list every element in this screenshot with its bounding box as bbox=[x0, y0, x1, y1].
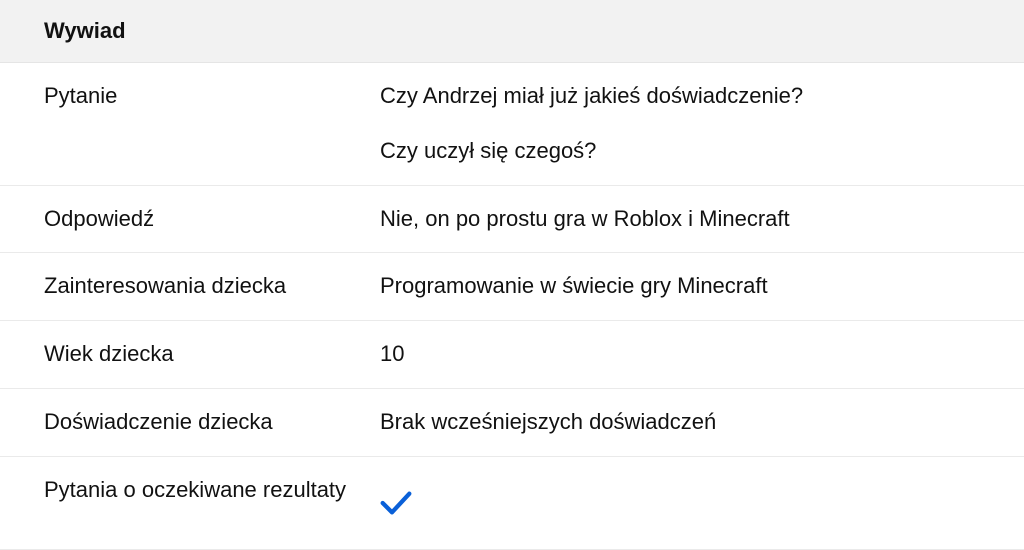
row-value: Nie, on po prostu gra w Roblox i Minecra… bbox=[380, 204, 984, 235]
question-line-2: Czy uczył się czegoś? bbox=[380, 136, 984, 167]
section-title: Wywiad bbox=[44, 18, 984, 44]
row-age: Wiek dziecka 10 bbox=[0, 321, 1024, 389]
row-expected-results: Pytania o oczekiwane rezultaty bbox=[0, 457, 1024, 550]
row-value: Czy Andrzej miał już jakieś doświadczeni… bbox=[380, 81, 984, 167]
row-experience: Doświadczenie dziecka Brak wcześniejszyc… bbox=[0, 389, 1024, 457]
row-label: Wiek dziecka bbox=[44, 339, 380, 370]
check-icon bbox=[380, 489, 412, 517]
row-label: Pytania o oczekiwane rezultaty bbox=[44, 475, 380, 506]
question-line-1: Czy Andrzej miał już jakieś doświadczeni… bbox=[380, 81, 984, 112]
row-question: Pytanie Czy Andrzej miał już jakieś dośw… bbox=[0, 63, 1024, 186]
row-label: Doświadczenie dziecka bbox=[44, 407, 380, 438]
row-value bbox=[380, 475, 984, 531]
row-value: Brak wcześniejszych doświadczeń bbox=[380, 407, 984, 438]
section-header: Wywiad bbox=[0, 0, 1024, 63]
row-label: Zainteresowania dziecka bbox=[44, 271, 380, 302]
row-interests: Zainteresowania dziecka Programowanie w … bbox=[0, 253, 1024, 321]
row-value: 10 bbox=[380, 339, 984, 370]
row-label: Pytanie bbox=[44, 81, 380, 112]
row-label: Odpowiedź bbox=[44, 204, 380, 235]
row-value: Programowanie w świecie gry Minecraft bbox=[380, 271, 984, 302]
row-answer: Odpowiedź Nie, on po prostu gra w Roblox… bbox=[0, 186, 1024, 254]
